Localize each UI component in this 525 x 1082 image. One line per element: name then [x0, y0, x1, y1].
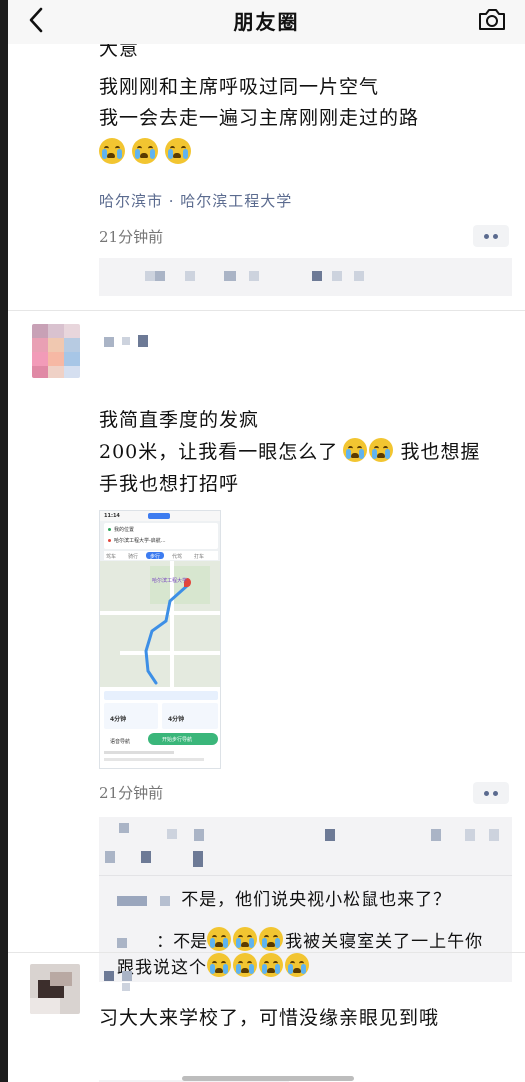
- map-start-nav-button: 开始步行导航: [162, 737, 193, 743]
- moment-post: 习大大来学校了，可惜没缘亲眼见到哦 3" ((: [8, 953, 525, 1082]
- map-voice-nav-button: 语音导航: [110, 739, 131, 745]
- post-text-line: 手我也想打招呼: [99, 473, 240, 495]
- map-destination: 哈尔滨工程大学-启航...: [114, 538, 166, 544]
- moment-post: 大意 我刚刚和主席呼吸过同一片空气 我一会去走一遍习主席刚刚走过的路 哈尔滨市 …: [8, 38, 525, 310]
- post-time: 21分钟前: [99, 228, 164, 246]
- username[interactable]: [104, 335, 164, 349]
- post-text-line: 我刚刚和主席呼吸过同一片空气: [99, 76, 380, 98]
- map-walk-time: 4分钟: [110, 716, 127, 723]
- screen-edge: [0, 0, 8, 1082]
- avatar[interactable]: [32, 324, 80, 378]
- comment-text: 我被关寝室关了一上午你: [285, 932, 484, 952]
- post-text-line: 我简直季度的发疯: [99, 409, 260, 431]
- crying-emoji-icon: [259, 927, 284, 951]
- post-text-line: 习大大来学校了，可惜没缘亲眼见到哦: [99, 1007, 440, 1029]
- post-time: 21分钟前: [99, 784, 164, 802]
- username[interactable]: [104, 971, 144, 995]
- map-tab: 打车: [194, 554, 205, 560]
- map-tab: 代驾: [172, 554, 183, 560]
- post-more-button[interactable]: [473, 782, 509, 804]
- camera-button[interactable]: [477, 6, 507, 34]
- post-more-button[interactable]: [473, 225, 509, 247]
- map-tab: 驾车: [106, 554, 117, 560]
- post-text-line: 200米，让我看一眼怎么了 我也想握: [99, 437, 480, 468]
- moment-post: 我简直季度的发疯 200米，让我看一眼怎么了 我也想握 手我也想打招呼 11:1…: [8, 311, 525, 982]
- crying-emoji-icon: [233, 927, 258, 951]
- map-tab: 骑行: [128, 554, 139, 560]
- crying-emoji-icon: [207, 927, 232, 951]
- crying-emoji-icon: [343, 438, 368, 462]
- likes-bar: [99, 258, 512, 296]
- home-indicator: [182, 1076, 354, 1081]
- comment-author[interactable]: [117, 895, 147, 906]
- moments-screen: 朋友圈 大意 我刚刚和主席呼吸过同一片空气 我一会去走一遍习主席刚刚走过的路 哈…: [0, 0, 525, 1082]
- comment-text: 不是，他们说央视小松鼠也来了？: [181, 890, 452, 910]
- page-title: 朋友圈: [233, 10, 300, 34]
- post-image-map-screenshot[interactable]: 11:14 我的位置 哈尔滨工程大学-启航... 驾车 骑行 步行 代驾 打车: [99, 510, 221, 769]
- comment-text: ：不是: [156, 932, 208, 952]
- comment-row[interactable]: 不是，他们说央视小松鼠也来了？: [117, 885, 507, 913]
- post-text-segment: 我也想握: [400, 441, 481, 463]
- map-poi-label: 哈尔滨工程大学: [152, 578, 188, 584]
- comment-author[interactable]: [160, 895, 171, 906]
- crying-emoji-icon: [165, 138, 192, 164]
- avatar[interactable]: [30, 964, 80, 1014]
- post-location[interactable]: 哈尔滨市 · 哈尔滨工程大学: [99, 190, 292, 211]
- map-tab-active: 步行: [150, 554, 161, 560]
- map-origin: 我的位置: [114, 527, 135, 533]
- top-nav-bar: 朋友圈: [8, 0, 525, 44]
- comment-author[interactable]: [117, 937, 127, 948]
- map-status-time: 11:14: [104, 513, 120, 519]
- crying-emoji-icon: [132, 138, 159, 164]
- crying-emoji-icon: [99, 138, 125, 164]
- emoji-row: [99, 138, 193, 164]
- camera-icon: [479, 9, 505, 30]
- crying-emoji-icon: [369, 438, 394, 462]
- map-walk-time: 4分钟: [168, 716, 185, 723]
- post-text-segment: 200米，让我看一眼怎么了: [99, 441, 339, 463]
- post-text-line: 我一会去走一遍习主席刚刚走过的路: [99, 107, 420, 129]
